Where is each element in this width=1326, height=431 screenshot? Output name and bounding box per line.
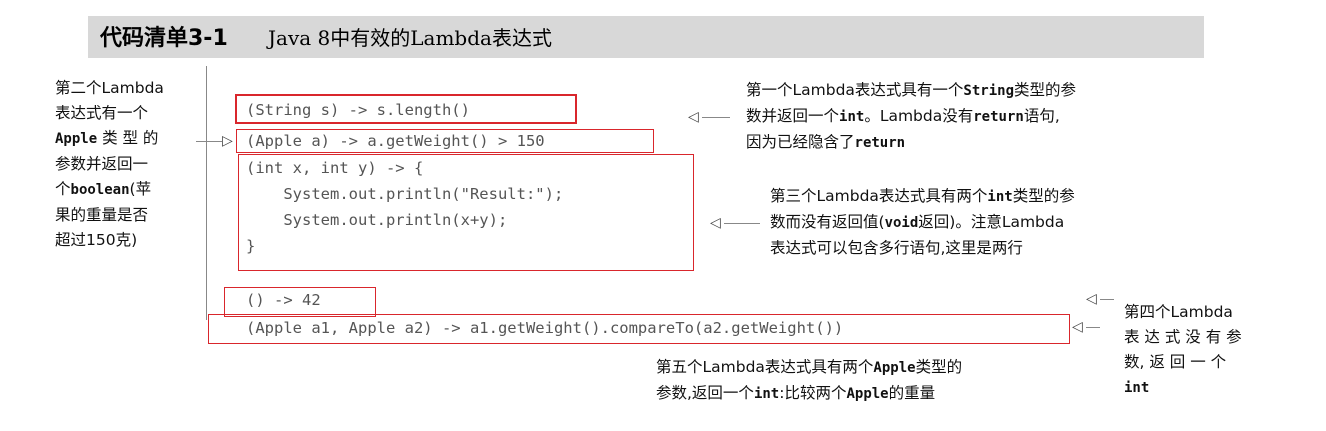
left-annotation-line: 参数并返回一 xyxy=(55,155,149,173)
arrow-left-icon: ◁ xyxy=(1072,319,1083,335)
code-line-8: (Apple a1, Apple a2) -> a1.getWeight().c… xyxy=(246,319,844,337)
fifth-annotation-line: 参数,返回一个int:比较两个Apple的重量 xyxy=(656,384,936,402)
connector-line xyxy=(702,117,730,118)
first-annotation-line: 因为已经隐含了return xyxy=(746,133,906,151)
connector-line xyxy=(724,223,760,224)
code-term: int xyxy=(839,109,865,125)
fourth-annotation-line: int xyxy=(1124,375,1242,401)
first-annotation-line: 第一个Lambda表达式具有一个String类型的参 xyxy=(746,81,1077,99)
fifth-annotation-line: 第五个Lambda表达式具有两个Apple类型的 xyxy=(656,358,963,376)
left-annotation-line: 超过150克) xyxy=(55,231,138,249)
left-annotation-line: 个boolean(苹 xyxy=(55,180,152,198)
code-term: int xyxy=(1124,380,1150,396)
code-line-1: (String s) -> s.length() xyxy=(246,101,470,119)
code-line-6: } xyxy=(246,237,256,255)
fourth-annotation-line: 表 达 式 没 有 参 xyxy=(1124,328,1242,346)
code-line-4: System.out.println("Result:"); xyxy=(246,185,564,203)
first-annotation: 第一个Lambda表达式具有一个String类型的参 数并返回一个int。Lam… xyxy=(746,78,1076,156)
left-annotation-line: 表达式有一个 xyxy=(55,104,149,122)
first-annotation-line: 数并返回一个int。Lambda没有return语句, xyxy=(746,107,1060,125)
third-annotation-line: 第三个Lambda表达式具有两个int类型的参 xyxy=(770,187,1075,205)
fourth-annotation-line: 第四个Lambda xyxy=(1124,303,1233,321)
arrow-left-icon: ◁ xyxy=(710,215,721,231)
arrow-left-icon: ◁ xyxy=(1086,291,1097,307)
fourth-annotation-line: 数, 返 回 一 个 xyxy=(1124,353,1227,371)
left-annotation-line: 果的重量是否 xyxy=(55,206,149,224)
left-annotation-line: Apple 类 型 的 xyxy=(55,129,159,147)
code-term: String xyxy=(963,83,1014,99)
code-term: return xyxy=(973,109,1024,125)
code-term: Apple xyxy=(873,360,916,376)
code-term: int xyxy=(753,386,780,402)
code-term: boolean xyxy=(70,182,130,198)
code-line-3: (int x, int y) -> { xyxy=(246,159,424,177)
code-term: Apple xyxy=(846,386,889,402)
left-annotation-line: 第二个Lambda xyxy=(55,79,164,97)
code-line-5: System.out.println(x+y); xyxy=(246,211,508,229)
connector-line xyxy=(1100,299,1114,300)
code-term: return xyxy=(854,135,906,151)
left-connector-line xyxy=(196,141,222,142)
third-annotation: 第三个Lambda表达式具有两个int类型的参 数而没有返回值(void返回)。… xyxy=(770,184,1075,261)
code-line-2: (Apple a) -> a.getWeight() > 150 xyxy=(246,132,545,150)
fifth-annotation: 第五个Lambda表达式具有两个Apple类型的 参数,返回一个int:比较两个… xyxy=(656,355,962,407)
code-term: Apple xyxy=(55,131,98,147)
third-annotation-line: 表达式可以包含多行语句,这里是两行 xyxy=(770,239,1023,257)
code-term: int xyxy=(987,189,1013,205)
arrow-right-icon: ▷ xyxy=(222,133,233,149)
fourth-annotation: 第四个Lambda 表 达 式 没 有 参 数, 返 回 一 个 int xyxy=(1124,300,1242,401)
code-line-7: () -> 42 xyxy=(246,291,321,309)
arrow-left-icon: ◁ xyxy=(688,109,699,125)
left-annotation: 第二个Lambda 表达式有一个 Apple 类 型 的 参数并返回一 个boo… xyxy=(55,76,164,253)
code-term: void xyxy=(884,215,919,231)
left-vertical-rule xyxy=(206,66,207,320)
listing-title: Java 8中有效的Lambda表达式 xyxy=(268,26,552,50)
listing-title-bar xyxy=(88,16,1204,58)
connector-line xyxy=(1086,327,1100,328)
third-annotation-line: 数而没有返回值(void返回)。注意Lambda xyxy=(770,213,1065,231)
listing-number: 代码清单3-1 xyxy=(100,26,228,51)
